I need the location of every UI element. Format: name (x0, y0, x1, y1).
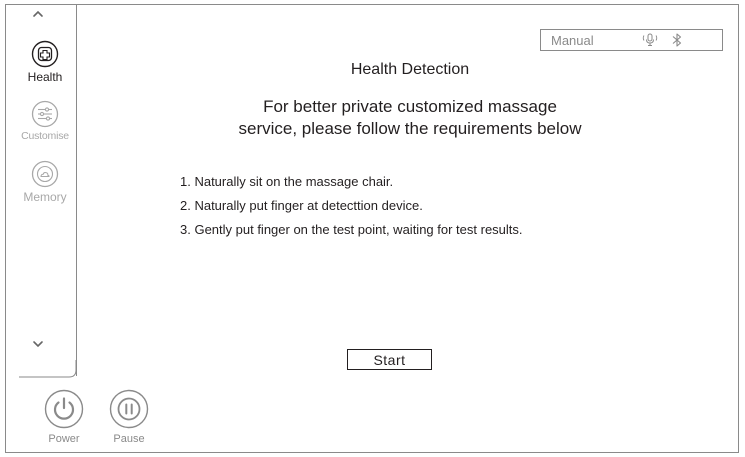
pause-label: Pause (113, 433, 145, 445)
page-title: Health Detection (350, 61, 470, 78)
bluetooth-icon[interactable] (671, 32, 683, 48)
page-subtitle: For better private customized massage se… (190, 96, 630, 140)
start-button[interactable]: Start (347, 349, 432, 370)
sidebar-item-health[interactable]: Health (20, 40, 70, 84)
sidebar-item-memory[interactable]: Memory (20, 160, 70, 204)
mode-label: Manual (551, 33, 594, 48)
instruction-step: 1. Naturally sit on the massage chair. (180, 174, 394, 189)
sidebar-item-customise[interactable]: Customise (20, 100, 70, 142)
sliders-icon (31, 100, 59, 128)
instruction-step: 3. Gently put finger on the test point, … (180, 222, 523, 237)
power-icon (44, 389, 84, 429)
instruction-list: 1. Naturally sit on the massage chair. 2… (180, 170, 523, 242)
subtitle-line: service, please follow the requirements … (238, 119, 582, 138)
power-label: Power (48, 433, 80, 445)
pause-button[interactable]: Pause (107, 389, 151, 445)
power-button[interactable]: Power (42, 389, 86, 445)
chevron-down-icon[interactable] (29, 338, 47, 350)
memory-cloud-icon (31, 160, 59, 188)
instruction-step: 2. Naturally put finger at detecttion de… (180, 198, 423, 213)
status-bar: Manual (540, 29, 723, 51)
sidebar-item-label: Memory (23, 190, 67, 204)
chevron-up-icon[interactable] (29, 8, 47, 20)
microphone-icon[interactable] (641, 32, 659, 48)
subtitle-line: For better private customized massage (263, 97, 557, 116)
sidebar-item-label: Health (27, 70, 63, 84)
health-plus-icon (31, 40, 59, 68)
sidebar-item-label: Customise (21, 130, 69, 142)
pause-icon (109, 389, 149, 429)
sidebar-bottom-curve (19, 360, 77, 378)
